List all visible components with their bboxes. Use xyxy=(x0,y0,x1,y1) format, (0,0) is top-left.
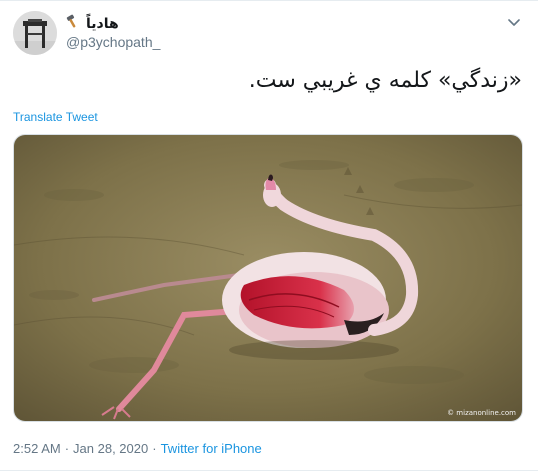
photo-watermark: © mizanonline.com xyxy=(447,409,516,417)
bottom-divider xyxy=(0,470,538,471)
tweet-time[interactable]: 2:52 AM xyxy=(13,441,61,456)
author-name-row[interactable]: هادیاً xyxy=(66,14,119,33)
tweet-photo[interactable]: © mizanonline.com xyxy=(13,134,523,422)
top-divider xyxy=(0,0,538,1)
tweet-source-link[interactable]: Twitter for iPhone xyxy=(161,441,262,456)
chevron-down-icon[interactable] xyxy=(504,12,524,32)
user-handle[interactable]: @p3ychopath_ xyxy=(66,34,160,50)
avatar-image xyxy=(13,11,57,55)
tweet-meta: 2:52 AM · Jan 28, 2020 · Twitter for iPh… xyxy=(13,441,262,456)
translate-tweet-link[interactable]: Translate Tweet xyxy=(13,110,98,124)
tweet-text: «زندگي» كلمه ي غريبي ست. xyxy=(248,68,522,93)
meta-separator: · xyxy=(152,441,157,456)
tweet-card: هادیاً @p3ychopath_ «زندگي» كلمه ي غريبي… xyxy=(0,0,538,475)
hammer-icon xyxy=(66,14,80,33)
avatar[interactable] xyxy=(13,11,57,55)
meta-separator: · xyxy=(64,441,70,456)
flamingo-photo xyxy=(14,135,522,421)
tweet-date[interactable]: Jan 28, 2020 xyxy=(73,441,148,456)
display-name: هادیاً xyxy=(86,15,119,31)
